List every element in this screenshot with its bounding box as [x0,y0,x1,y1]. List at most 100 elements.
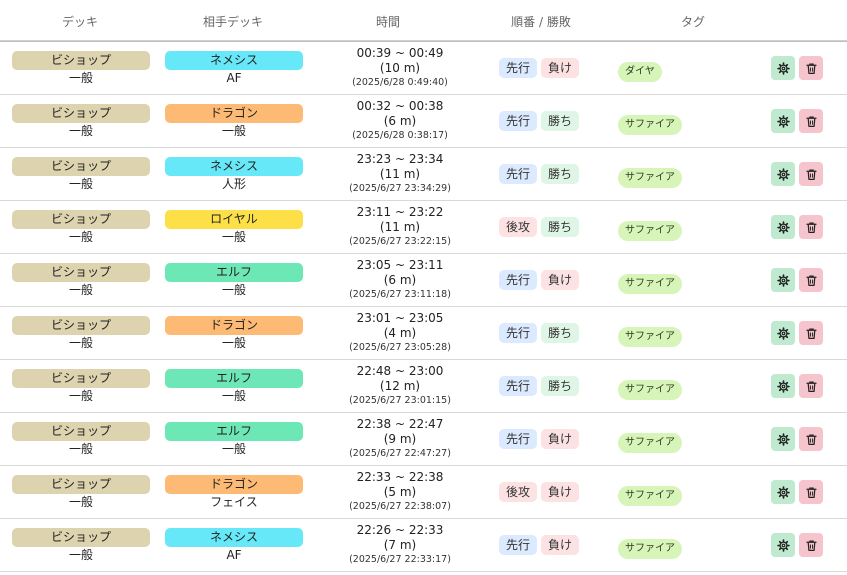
deck-archetype-label: 一般 [68,442,93,456]
table-row: ビショップ 一般 ドラゴン 一般 00:32 ~ 00:38 (6 m) (20… [0,95,847,148]
rank-tag: サファイア [618,221,682,241]
opponent-class-label: ネメシス [165,157,303,176]
edit-button[interactable] [771,56,795,80]
opponent-cell: ドラゴン フェイス [165,475,303,510]
turn-order-badge: 先行 [499,111,538,131]
result-badge: 負け [541,535,580,555]
edit-button[interactable] [771,374,795,398]
table-row: ビショップ 一般 ロイヤル 一般 23:11 ~ 23:22 (11 m) (2… [0,201,847,254]
edit-button[interactable] [771,215,795,239]
delete-button[interactable] [799,480,823,504]
table-row: ビショップ 一般 ネメシス AF 00:39 ~ 00:49 (10 m) (2… [0,41,847,95]
opponent-class-label: エルフ [165,263,303,282]
opponent-class-label: ドラゴン [165,104,303,123]
table-row: ビショップ 一般 ドラゴン フェイス 22:33 ~ 22:38 (5 m) (… [0,466,847,519]
time-range: 22:33 ~ 22:38 [356,470,444,484]
row-actions [771,268,823,292]
row-actions [771,162,823,186]
delete-button[interactable] [799,162,823,186]
deck-class-label: ビショップ [12,210,150,229]
row-actions [771,480,823,504]
order-result-cell: 先行 勝ち [499,164,580,184]
delete-button[interactable] [799,533,823,557]
deck-class-label: ビショップ [12,104,150,123]
delete-button[interactable] [799,56,823,80]
tag-cell: ダイヤ [618,59,662,82]
opponent-cell: ドラゴン 一般 [165,316,303,351]
tag-cell: サファイア [618,271,682,294]
turn-order-badge: 後攻 [499,482,538,502]
header-time: 時間 [375,15,401,29]
rank-tag: サファイア [618,539,682,559]
opponent-archetype-label: フェイス [210,495,258,509]
delete-button[interactable] [799,427,823,451]
gear-icon [776,379,790,393]
opponent-class-label: ドラゴン [165,316,303,335]
time-cell: 00:39 ~ 00:49 (10 m) (2025/6/28 0:49:40) [310,46,490,89]
deck-class-label: ビショップ [12,369,150,388]
table-row: ビショップ 一般 ドラゴン 一般 23:01 ~ 23:05 (4 m) (20… [0,307,847,360]
match-duration: (6 m) [383,114,417,128]
header-deck: デッキ [61,15,99,29]
trash-icon [805,221,817,233]
deck-archetype-label: 一般 [68,495,93,509]
edit-button[interactable] [771,321,795,345]
delete-button[interactable] [799,268,823,292]
match-timestamp: (2025/6/27 22:38:07) [349,501,451,512]
turn-order-badge: 先行 [499,535,538,555]
opponent-cell: エルフ 一般 [165,369,303,404]
opponent-cell: ネメシス AF [165,51,303,86]
time-range: 23:11 ~ 23:22 [356,205,444,219]
opponent-archetype-label: 一般 [221,124,246,138]
deck-archetype-label: 一般 [68,124,93,138]
order-result-cell: 先行 勝ち [499,323,580,343]
order-result-cell: 先行 負け [499,58,580,78]
edit-button[interactable] [771,427,795,451]
match-timestamp: (2025/6/28 0:38:17) [352,130,448,141]
delete-button[interactable] [799,374,823,398]
result-badge: 勝ち [541,323,580,343]
time-range: 22:48 ~ 23:00 [356,364,444,378]
deck-cell: ビショップ 一般 [12,104,150,139]
rank-tag: サファイア [618,327,682,347]
match-duration: (4 m) [383,326,417,340]
result-badge: 負け [541,482,580,502]
rank-tag: サファイア [618,274,682,294]
opponent-cell: エルフ 一般 [165,422,303,457]
deck-archetype-label: 一般 [68,230,93,244]
turn-order-badge: 先行 [499,376,538,396]
opponent-archetype-label: 一般 [221,389,246,403]
deck-class-label: ビショップ [12,475,150,494]
tag-cell: サファイア [618,536,682,559]
result-badge: 負け [541,58,580,78]
deck-cell: ビショップ 一般 [12,51,150,86]
match-duration: (11 m) [379,220,421,234]
delete-button[interactable] [799,321,823,345]
order-result-cell: 先行 負け [499,535,580,555]
deck-class-label: ビショップ [12,422,150,441]
rank-tag: サファイア [618,380,682,400]
deck-cell: ビショップ 一般 [12,210,150,245]
tag-cell: サファイア [618,218,682,241]
rank-tag: サファイア [618,486,682,506]
deck-cell: ビショップ 一般 [12,422,150,457]
match-timestamp: (2025/6/27 22:47:27) [349,448,451,459]
delete-button[interactable] [799,215,823,239]
edit-button[interactable] [771,109,795,133]
match-timestamp: (2025/6/27 23:22:15) [349,236,451,247]
time-range: 23:05 ~ 23:11 [356,258,444,272]
table-row: ビショップ 一般 エルフ 一般 22:48 ~ 23:00 (12 m) (20… [0,360,847,413]
deck-archetype-label: 一般 [68,336,93,350]
gear-icon [776,485,790,499]
edit-button[interactable] [771,268,795,292]
edit-button[interactable] [771,533,795,557]
match-timestamp: (2025/6/27 23:34:29) [349,183,451,194]
gear-icon [776,326,790,340]
edit-button[interactable] [771,480,795,504]
result-badge: 勝ち [541,376,580,396]
match-duration: (9 m) [383,432,417,446]
opponent-cell: ロイヤル 一般 [165,210,303,245]
delete-button[interactable] [799,109,823,133]
row-actions [771,427,823,451]
edit-button[interactable] [771,162,795,186]
